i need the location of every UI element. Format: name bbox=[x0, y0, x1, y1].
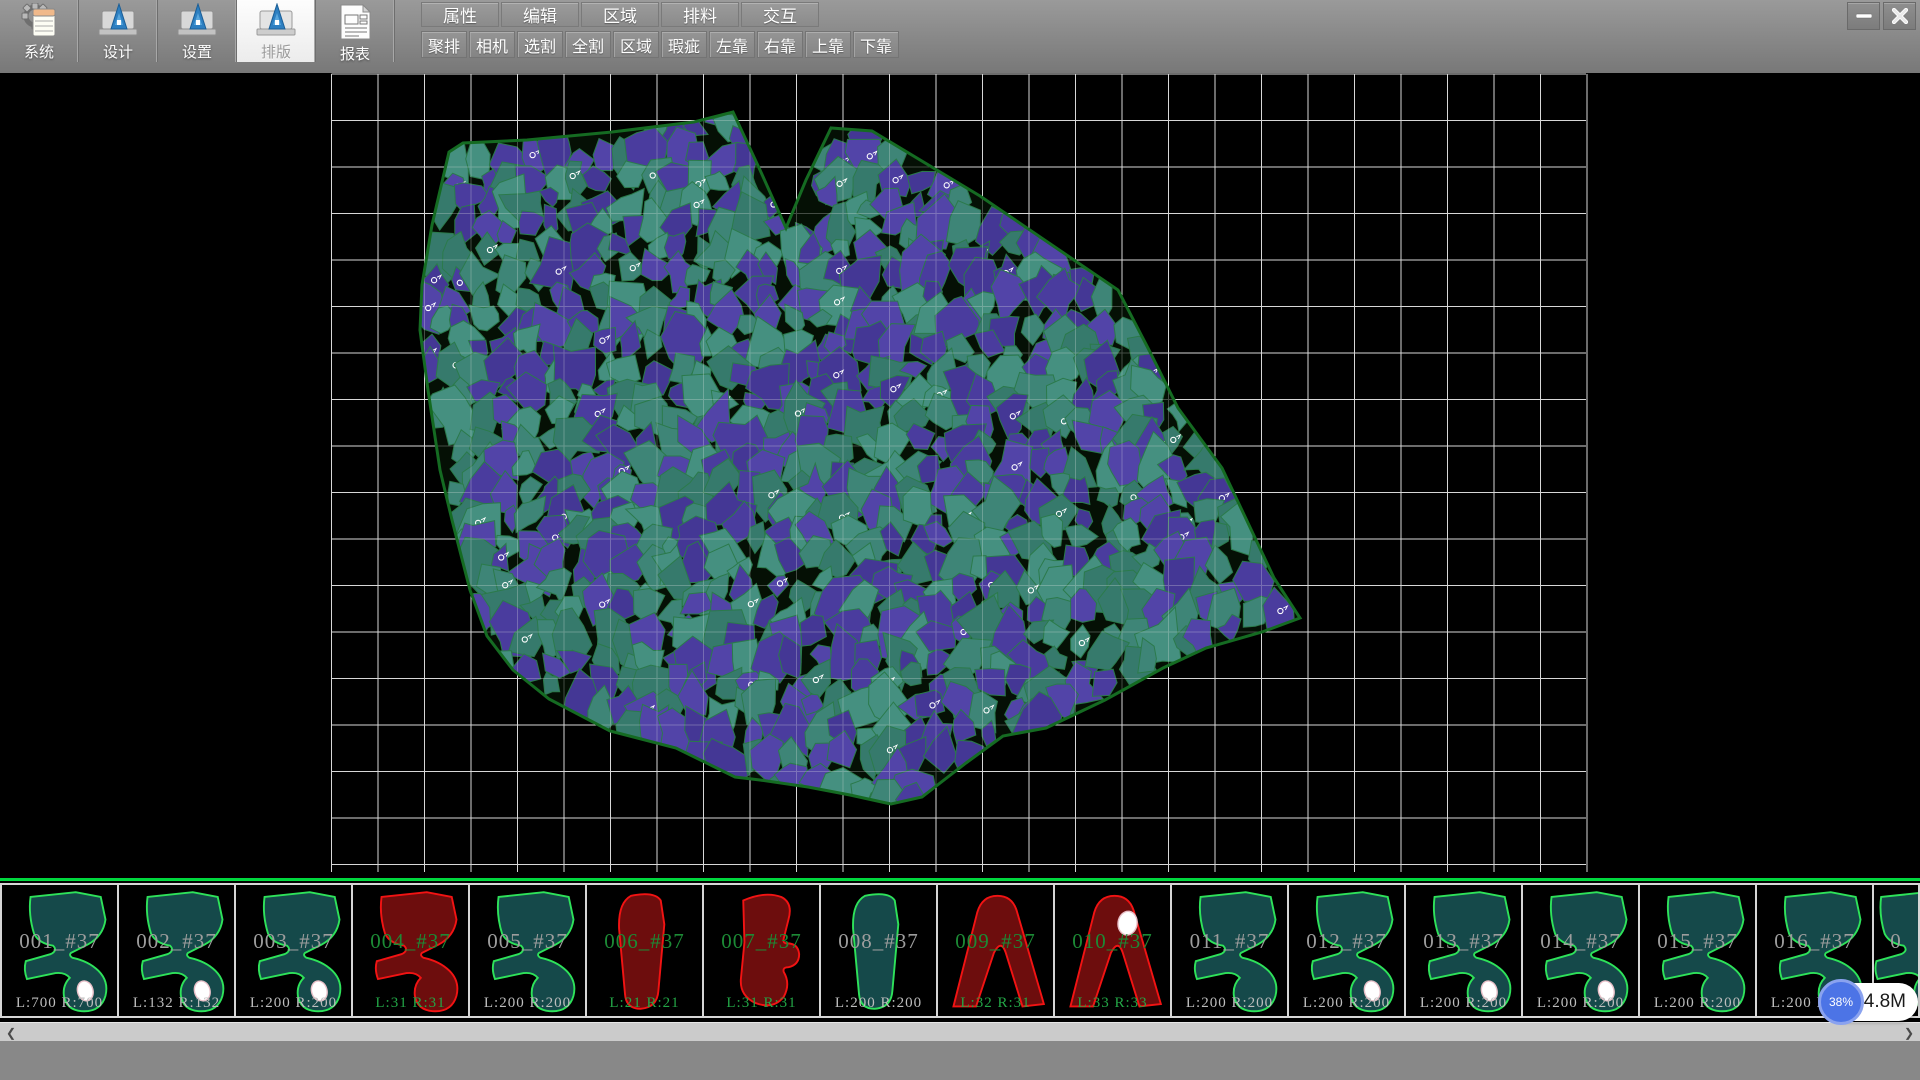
mode-button-label: 报表 bbox=[340, 43, 370, 64]
memory-usage-badge: 384.8M 38% bbox=[1818, 981, 1918, 1023]
settings-ruler-icon bbox=[177, 3, 217, 39]
piece-name-label: 005_#37 bbox=[470, 929, 585, 954]
tool-item-9[interactable]: 上靠 bbox=[805, 31, 851, 58]
mode-button-label: 系统 bbox=[24, 41, 54, 62]
menu-item-5[interactable]: 交互 bbox=[741, 2, 819, 27]
piece-thumbnail-7[interactable]: 007_#37 L:31 R:31 bbox=[702, 883, 819, 1018]
piece-lr-count-label: L:132 R:132 bbox=[119, 995, 234, 1012]
tool-item-10[interactable]: 下靠 bbox=[853, 31, 899, 58]
piece-lr-count-label: L:200 R:200 bbox=[470, 995, 585, 1012]
menu-item-2[interactable]: 编辑 bbox=[501, 2, 579, 27]
piece-thumbnail-15[interactable]: 015_#37 L:200 R:200 bbox=[1638, 883, 1755, 1018]
mode-button-report[interactable]: 报表 bbox=[316, 0, 395, 62]
close-icon bbox=[1892, 8, 1908, 24]
piece-lr-count-label: L:33 R:33 bbox=[1055, 995, 1170, 1012]
report-document-icon bbox=[335, 3, 375, 41]
piece-name-label: 006_#37 bbox=[587, 929, 702, 954]
piece-name-label: 0 bbox=[1874, 929, 1918, 954]
piece-thumbnail-14[interactable]: 014_#37 L:200 R:200 bbox=[1521, 883, 1638, 1018]
horizontal-scrollbar[interactable]: ❮ ❯ bbox=[0, 1022, 1920, 1041]
piece-thumbnail-6[interactable]: 006_#37 L:21 R:21 bbox=[585, 883, 702, 1018]
piece-lr-count-label: L:21 R:21 bbox=[587, 995, 702, 1012]
menu-rows: 属性编辑区域排料交互 聚排相机选割全割区域瑕疵左靠右靠上靠下靠 bbox=[421, 2, 901, 58]
tool-item-7[interactable]: 左靠 bbox=[709, 31, 755, 58]
design-ruler-icon bbox=[98, 3, 138, 39]
piece-lr-count-label: L:200 R:200 bbox=[1172, 995, 1287, 1012]
system-gear-icon bbox=[19, 3, 59, 39]
piece-thumbnail-11[interactable]: 011_#37 L:200 R:200 bbox=[1170, 883, 1287, 1018]
piece-lr-count-label: L:200 R:200 bbox=[1640, 995, 1755, 1012]
piece-name-label: 013_#37 bbox=[1406, 929, 1521, 954]
tool-item-2[interactable]: 相机 bbox=[469, 31, 515, 58]
tool-item-8[interactable]: 右靠 bbox=[757, 31, 803, 58]
nesting-canvas[interactable] bbox=[0, 73, 1920, 878]
menu-item-3[interactable]: 区域 bbox=[581, 2, 659, 27]
piece-name-label: 009_#37 bbox=[938, 929, 1053, 954]
menu-item-4[interactable]: 排料 bbox=[661, 2, 739, 27]
tool-bar: 聚排相机选割全割区域瑕疵左靠右靠上靠下靠 bbox=[421, 31, 901, 58]
piece-name-label: 008_#37 bbox=[821, 929, 936, 954]
piece-thumbnail-9[interactable]: 009_#37 L:32 R:31 bbox=[936, 883, 1053, 1018]
tool-item-3[interactable]: 选割 bbox=[517, 31, 563, 58]
memory-percent-circle[interactable]: 38% bbox=[1818, 979, 1864, 1025]
piece-thumbnail-5[interactable]: 005_#37 L:200 R:200 bbox=[468, 883, 585, 1018]
scroll-right-arrow-icon[interactable]: ❯ bbox=[1900, 1023, 1918, 1042]
piece-name-label: 015_#37 bbox=[1640, 929, 1755, 954]
tool-item-5[interactable]: 区域 bbox=[613, 31, 659, 58]
main-mode-buttons: 系统 设计 bbox=[0, 0, 395, 62]
piece-thumbnail-4[interactable]: 004_#37 L:31 R:31 bbox=[351, 883, 468, 1018]
mode-button-settings[interactable]: 设置 bbox=[158, 0, 237, 62]
mode-button-label: 设置 bbox=[182, 41, 212, 62]
piece-name-label: 011_#37 bbox=[1172, 929, 1287, 954]
piece-lr-count-label: L:200 R:200 bbox=[821, 995, 936, 1012]
mode-button-label: 排版 bbox=[261, 41, 291, 62]
scroll-left-arrow-icon[interactable]: ❮ bbox=[2, 1023, 20, 1042]
piece-lr-count-label: L:31 R:31 bbox=[353, 995, 468, 1012]
piece-lr-count-label: L:700 R:700 bbox=[2, 995, 117, 1012]
mode-button-design[interactable]: 设计 bbox=[79, 0, 158, 62]
bottom-status-bar bbox=[0, 1041, 1920, 1080]
piece-thumbnail-2[interactable]: 002_#37 L:132 R:132 bbox=[117, 883, 234, 1018]
piece-thumbnail-1[interactable]: 001_#37 L:700 R:700 bbox=[0, 883, 117, 1018]
piece-name-label: 010_#37 bbox=[1055, 929, 1170, 954]
piece-lr-count-label: L:200 R:200 bbox=[1406, 995, 1521, 1012]
piece-lr-count-label: L:200 R:200 bbox=[1523, 995, 1638, 1012]
nesting-ruler-icon bbox=[256, 3, 296, 39]
piece-name-label: 014_#37 bbox=[1523, 929, 1638, 954]
piece-lr-count-label: L:31 R:31 bbox=[704, 995, 819, 1012]
minimize-button[interactable] bbox=[1847, 2, 1880, 30]
menu-bar: 属性编辑区域排料交互 bbox=[421, 2, 901, 27]
piece-name-label: 003_#37 bbox=[236, 929, 351, 954]
piece-lr-count-label: L:200 R:200 bbox=[1289, 995, 1404, 1012]
window-controls bbox=[1847, 2, 1916, 30]
piece-name-label: 004_#37 bbox=[353, 929, 468, 954]
piece-name-label: 001_#37 bbox=[2, 929, 117, 954]
piece-name-label: 002_#37 bbox=[119, 929, 234, 954]
mode-button-label: 设计 bbox=[103, 41, 133, 62]
tool-item-4[interactable]: 全割 bbox=[565, 31, 611, 58]
mode-button-nesting[interactable]: 排版 bbox=[237, 0, 316, 62]
piece-lr-count-label: L:200 R:200 bbox=[236, 995, 351, 1012]
piece-thumbnail-8[interactable]: 008_#37 L:200 R:200 bbox=[819, 883, 936, 1018]
piece-thumbnail-13[interactable]: 013_#37 L:200 R:200 bbox=[1404, 883, 1521, 1018]
piece-thumbnail-12[interactable]: 012_#37 L:200 R:200 bbox=[1287, 883, 1404, 1018]
piece-thumbnail-10[interactable]: 010_#37 L:33 R:33 bbox=[1053, 883, 1170, 1018]
close-button[interactable] bbox=[1883, 2, 1916, 30]
menu-item-1[interactable]: 属性 bbox=[421, 2, 499, 27]
tool-item-1[interactable]: 聚排 bbox=[421, 31, 467, 58]
piece-name-label: 016_#37 bbox=[1757, 929, 1872, 954]
tool-item-6[interactable]: 瑕疵 bbox=[661, 31, 707, 58]
piece-name-label: 012_#37 bbox=[1289, 929, 1404, 954]
memory-percent-label: 38% bbox=[1829, 995, 1853, 1009]
piece-filmstrip: 001_#37L:700 R:700002_#37L:132 R:132003_… bbox=[0, 878, 1920, 1020]
minimize-icon bbox=[1856, 13, 1872, 19]
piece-lr-count-label: L:32 R:31 bbox=[938, 995, 1053, 1012]
piece-name-label: 007_#37 bbox=[704, 929, 819, 954]
piece-thumbnail-3[interactable]: 003_#37 L:200 R:200 bbox=[234, 883, 351, 1018]
piece-thumbnail-list: 001_#37L:700 R:700002_#37L:132 R:132003_… bbox=[0, 883, 1920, 1020]
mode-button-system[interactable]: 系统 bbox=[0, 0, 79, 62]
top-toolbar: 系统 设计 bbox=[0, 0, 1920, 74]
